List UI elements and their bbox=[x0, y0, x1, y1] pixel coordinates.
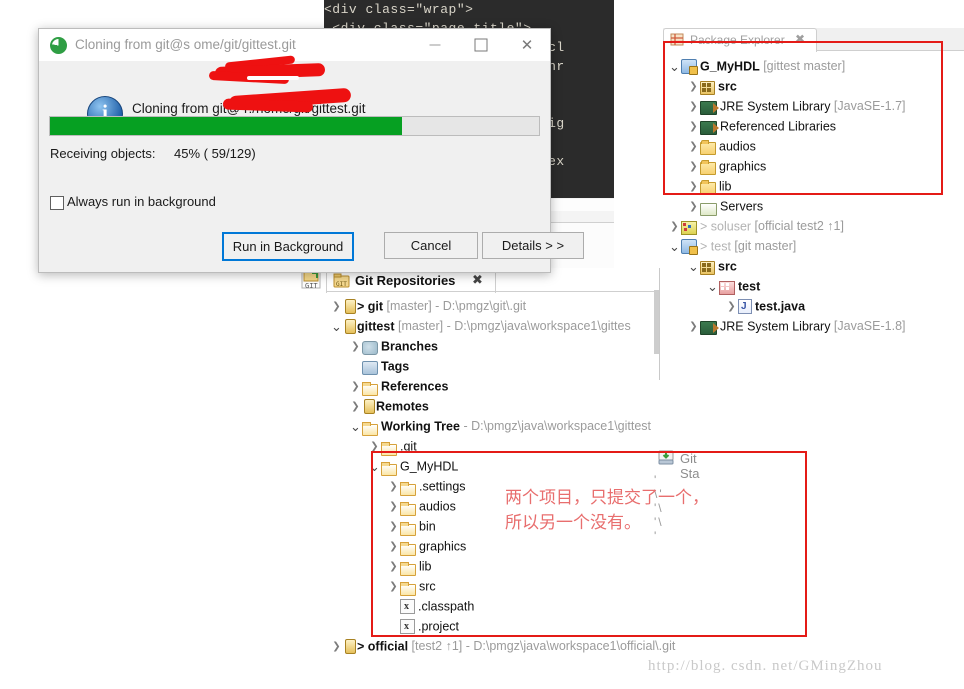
eclipse-icon bbox=[50, 37, 67, 54]
always-run-background-checkbox[interactable] bbox=[50, 196, 64, 210]
git-tab-underline bbox=[326, 291, 660, 292]
tags-icon bbox=[362, 361, 378, 375]
tree-row[interactable]: ⌄ gittest [master] - D:\pmgz\java\workspa… bbox=[330, 316, 960, 336]
cancel-button[interactable]: Cancel bbox=[384, 232, 478, 259]
tree-row[interactable]: Tags bbox=[330, 356, 960, 376]
chevron-right-icon[interactable]: ❯ bbox=[687, 197, 700, 217]
repository-icon bbox=[345, 319, 356, 334]
tree-row-path: - D:\pmgz\java\workspace1\official\.git bbox=[462, 639, 676, 653]
module-icon bbox=[681, 221, 697, 235]
chevron-right-icon[interactable]: ❯ bbox=[349, 377, 362, 397]
tree-row-path: - D:\pmgz\java\workspace1\gittes bbox=[443, 319, 631, 333]
working-tree-highlight-box bbox=[371, 451, 807, 637]
chevron-down-icon[interactable]: ⌄ bbox=[330, 320, 343, 333]
tree-row-label: gittest bbox=[357, 319, 395, 334]
tree-row[interactable]: ❯ References bbox=[330, 376, 960, 396]
folder-open-icon bbox=[362, 422, 378, 436]
tree-row-label: Remotes bbox=[376, 399, 429, 414]
tree-row-path: - D:\pmgz\git\.git bbox=[431, 299, 527, 313]
tree-row-label: Tags bbox=[381, 359, 410, 374]
java-project-icon bbox=[681, 239, 698, 255]
repository-icon bbox=[364, 399, 375, 414]
tree-row-label: test bbox=[738, 279, 761, 294]
tree-row-meta: [master] bbox=[383, 299, 432, 313]
progress-bar-fill bbox=[50, 117, 403, 135]
tree-row-meta: [official test2 ↑1] bbox=[751, 219, 844, 233]
repository-icon bbox=[345, 639, 356, 654]
chevron-down-icon[interactable]: ⌄ bbox=[687, 260, 700, 273]
tree-row-label: src bbox=[718, 259, 737, 274]
tree-row[interactable]: ⌄ src bbox=[668, 256, 964, 276]
tree-row-meta: [git master] bbox=[730, 239, 797, 253]
dialog-title-text: Cloning from git@s ome/git/gittest.git bbox=[75, 37, 296, 52]
tree-row-path: - D:\pmgz\java\workspace1\gittest bbox=[459, 419, 652, 433]
source-folder-icon bbox=[700, 261, 715, 275]
tree-row[interactable]: ❯ > soluser [official test2 ↑1] bbox=[668, 216, 964, 236]
chevron-right-icon[interactable]: ❯ bbox=[330, 297, 343, 317]
package-icon bbox=[719, 281, 735, 295]
progress-status-label: Receiving objects: bbox=[50, 146, 156, 161]
watermark-text: http://blog. csdn. net/GMingZhou bbox=[648, 658, 883, 674]
chevron-right-icon[interactable]: ❯ bbox=[330, 637, 343, 657]
tree-row[interactable]: ❯ Remotes bbox=[330, 396, 960, 416]
tree-row-label: Servers bbox=[720, 199, 764, 214]
chevron-down-icon[interactable]: ⌄ bbox=[668, 240, 681, 253]
tree-row[interactable]: ❯ > git [master] - D:\pmgz\git\.git bbox=[330, 296, 960, 316]
chevron-down-icon[interactable]: ⌄ bbox=[706, 280, 719, 293]
close-button[interactable]: ✕ bbox=[504, 29, 550, 61]
tree-row-label: > git bbox=[357, 299, 384, 314]
tree-row-label: Working Tree bbox=[381, 419, 460, 434]
minimize-button[interactable] bbox=[412, 29, 458, 61]
editor-gutter-blank bbox=[614, 0, 660, 268]
tree-row-label: > official bbox=[357, 639, 409, 654]
code-line: <div class="wrap"> bbox=[324, 2, 474, 17]
tree-row-meta: [master] bbox=[394, 319, 444, 333]
tree-row-label: Branches bbox=[381, 339, 438, 354]
tree-row[interactable]: ⌄ test bbox=[668, 276, 964, 296]
tree-row[interactable]: ❯ Branches bbox=[330, 336, 960, 356]
folder-open-icon bbox=[362, 382, 378, 396]
redaction-scribble-highlight bbox=[247, 76, 299, 80]
dialog-titlebar: Cloning from git@s ome/git/gittest.git ✕ bbox=[39, 29, 550, 61]
tree-row[interactable]: ⌄ Working Tree - D:\pmgz\java\workspace1\… bbox=[330, 416, 960, 436]
tree-row[interactable]: ⌄ > test [git master] bbox=[668, 236, 964, 256]
svg-text:GIT: GIT bbox=[305, 282, 318, 290]
servers-icon bbox=[700, 203, 717, 216]
package-explorer-highlight-box bbox=[663, 41, 943, 195]
tree-row[interactable]: ❯ > official [test2 ↑1] - D:\pmgz\java\wo… bbox=[330, 636, 960, 656]
tree-row-label: > soluser bbox=[700, 219, 752, 234]
details-button[interactable]: Details > > bbox=[482, 232, 584, 259]
run-in-background-button[interactable]: Run in Background bbox=[222, 232, 354, 261]
chevron-down-icon[interactable]: ⌄ bbox=[349, 420, 362, 433]
cloning-progress-dialog: Cloning from git@s ome/git/gittest.git ✕… bbox=[38, 28, 584, 273]
branches-icon bbox=[362, 341, 378, 355]
chinese-annotation-note: 两个项目，只提交了一个， 所以另一个没有。 bbox=[505, 488, 709, 533]
tree-row[interactable]: ❯ Servers bbox=[668, 196, 964, 216]
always-run-background-label: Always run in background bbox=[67, 194, 216, 209]
svg-text:GIT: GIT bbox=[336, 281, 347, 288]
progress-status-value: 45% ( 59/129) bbox=[174, 146, 256, 161]
maximize-button[interactable] bbox=[458, 29, 504, 61]
git-repositories-icon: GIT bbox=[333, 273, 350, 288]
git-repositories-tab-label: Git Repositories bbox=[355, 273, 456, 288]
chevron-right-icon[interactable]: ❯ bbox=[668, 217, 681, 237]
progress-bar-track bbox=[49, 116, 540, 136]
chevron-right-icon[interactable]: ❯ bbox=[349, 337, 362, 357]
chevron-right-icon[interactable] bbox=[349, 357, 362, 377]
repository-icon bbox=[345, 299, 356, 314]
chevron-right-icon[interactable]: ❯ bbox=[349, 397, 362, 417]
tree-row-label: > test bbox=[700, 239, 731, 254]
tree-row-meta: [test2 ↑1] bbox=[408, 639, 463, 653]
tree-row-label: References bbox=[381, 379, 449, 394]
close-icon[interactable]: ✖ bbox=[472, 272, 483, 288]
